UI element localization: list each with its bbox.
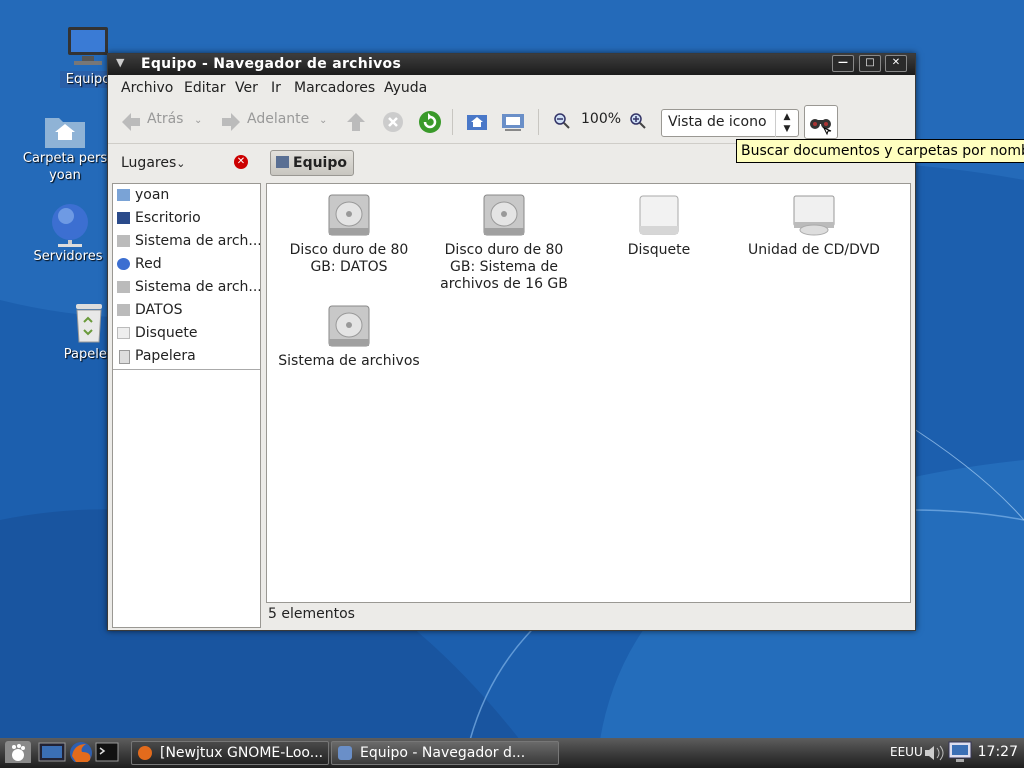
sidebar-item-filesystem-2[interactable]: Sistema de arch... [113,277,260,299]
stop-icon[interactable] [382,111,404,133]
sidebar-item-disquete[interactable]: Disquete [113,323,260,345]
clock[interactable]: 17:27 [978,744,1018,760]
hard-disk-icon [117,304,130,316]
search-tooltip: Buscar documentos y carpetas por nombre [736,139,1024,163]
network-status-icon[interactable] [946,740,974,762]
minimize-button[interactable]: — [832,55,854,72]
volume-icon[interactable] [923,743,945,765]
sidebar-item-datos[interactable]: DATOS [113,300,260,322]
forward-button[interactable]: Adelante [247,111,309,127]
menu-ir[interactable]: Ir [271,80,281,96]
floppy-icon [639,195,679,235]
computer-view-icon[interactable] [500,111,526,133]
gnome-foot-icon[interactable] [5,741,31,763]
home-folder-icon [117,189,130,201]
file-item-datos[interactable]: Disco duro de 80 GB: DATOS [274,192,424,276]
menu-marcadores[interactable]: Marcadores [294,80,375,96]
menu-ver[interactable]: Ver [235,80,258,96]
back-arrow-icon [122,113,140,131]
window-menu-icon[interactable]: ▼ [116,56,124,69]
toolbar-separator-2 [538,109,539,135]
network-globe-icon [117,258,130,270]
desktop-icon [117,212,130,224]
menu-bar: Archivo Editar Ver Ir Marcadores Ayuda [108,75,915,99]
computer-icon [68,27,108,65]
trash-icon [119,350,130,364]
firefox-icon[interactable] [68,740,94,762]
firefox-icon [138,746,152,760]
taskbar-item-firefox[interactable]: [Newjtux GNOME-Loo... [131,741,329,765]
trash-icon [76,304,102,343]
places-sidebar: yoan Escritorio Sistema de arch... Red S… [112,183,261,628]
hard-disk-icon [117,235,130,247]
forward-arrow-icon [222,113,240,131]
chevron-down-icon: ⌄ [176,157,186,170]
menu-editar[interactable]: Editar [184,80,225,96]
file-item-sistema-16gb[interactable]: Disco duro de 80 GB: Sistema de archivos… [429,192,579,293]
window-titlebar[interactable]: ▼ Equipo - Navegador de archivos — □ ✕ [108,54,915,75]
toolbar-separator [452,109,453,135]
breadcrumb-equipo[interactable]: Equipo [270,150,354,176]
home-icon[interactable] [465,111,489,133]
sidebar-item-escritorio[interactable]: Escritorio [113,208,260,230]
menu-archivo[interactable]: Archivo [121,80,173,96]
optical-drive-icon [793,195,835,236]
places-dropdown[interactable]: Lugares⌄ [121,155,185,171]
file-item-cd-dvd[interactable]: Unidad de CD/DVD [739,192,889,259]
hard-disk-icon [328,305,370,347]
search-button[interactable] [804,105,838,139]
desktop-icon-servers[interactable]: Servidores [28,200,108,265]
forward-history-chevron-icon[interactable]: ⌄ [319,115,327,126]
hard-disk-icon [483,194,525,236]
network-globe-icon [52,204,88,247]
zoom-out-icon[interactable] [553,112,571,130]
taskbar-item-file-manager[interactable]: Equipo - Navegador d... [331,741,559,765]
up-arrow-icon[interactable] [345,111,367,133]
close-button[interactable]: ✕ [885,55,907,72]
zoom-in-icon[interactable] [629,112,647,130]
view-mode-select[interactable]: Vista de icono ▲ ▼ [661,109,799,137]
toolbar: Atrás ⌄ Adelante ⌄ 100% Vista de icono ▲… [108,99,915,144]
sidebar-item-red[interactable]: Red [113,254,260,276]
sidebar-item-papelera[interactable]: Papelera [113,346,260,368]
bottom-panel: [Newjtux GNOME-Loo... Equipo - Navegador… [0,738,1024,768]
file-item-disquete[interactable]: Disquete [584,192,734,259]
computer-icon [276,156,289,168]
binoculars-icon [810,119,832,136]
file-icon-view: Disco duro de 80 GB: DATOS Disco duro de… [266,183,911,603]
terminal-icon[interactable] [95,741,119,763]
reload-icon[interactable] [417,109,443,135]
window-title: Equipo - Navegador de archivos [141,56,402,72]
keyboard-layout-indicator[interactable]: EEUU [890,745,923,759]
close-sidebar-icon[interactable]: ✕ [234,155,248,169]
sidebar-divider [113,369,260,370]
hard-disk-icon [328,194,370,236]
back-history-chevron-icon[interactable]: ⌄ [194,115,202,126]
select-arrows-icon: ▲ ▼ [775,110,798,137]
hard-disk-icon [117,281,130,293]
back-button[interactable]: Atrás [147,111,183,127]
menu-ayuda[interactable]: Ayuda [384,80,427,96]
show-desktop-icon[interactable] [38,741,66,763]
file-item-filesystem[interactable]: Sistema de archivos [274,303,424,370]
desktop-icon-home-folder[interactable]: Carpeta pers yoan [18,110,112,184]
status-bar: 5 elementos [266,603,909,625]
sidebar-item-filesystem-1[interactable]: Sistema de arch... [113,231,260,253]
floppy-icon [117,327,130,339]
zoom-level[interactable]: 100% [581,111,621,127]
maximize-button[interactable]: □ [859,55,881,72]
file-manager-icon [338,746,352,760]
status-text: 5 elementos [268,606,355,622]
sidebar-item-yoan[interactable]: yoan [113,185,260,207]
home-folder-icon [45,118,85,148]
